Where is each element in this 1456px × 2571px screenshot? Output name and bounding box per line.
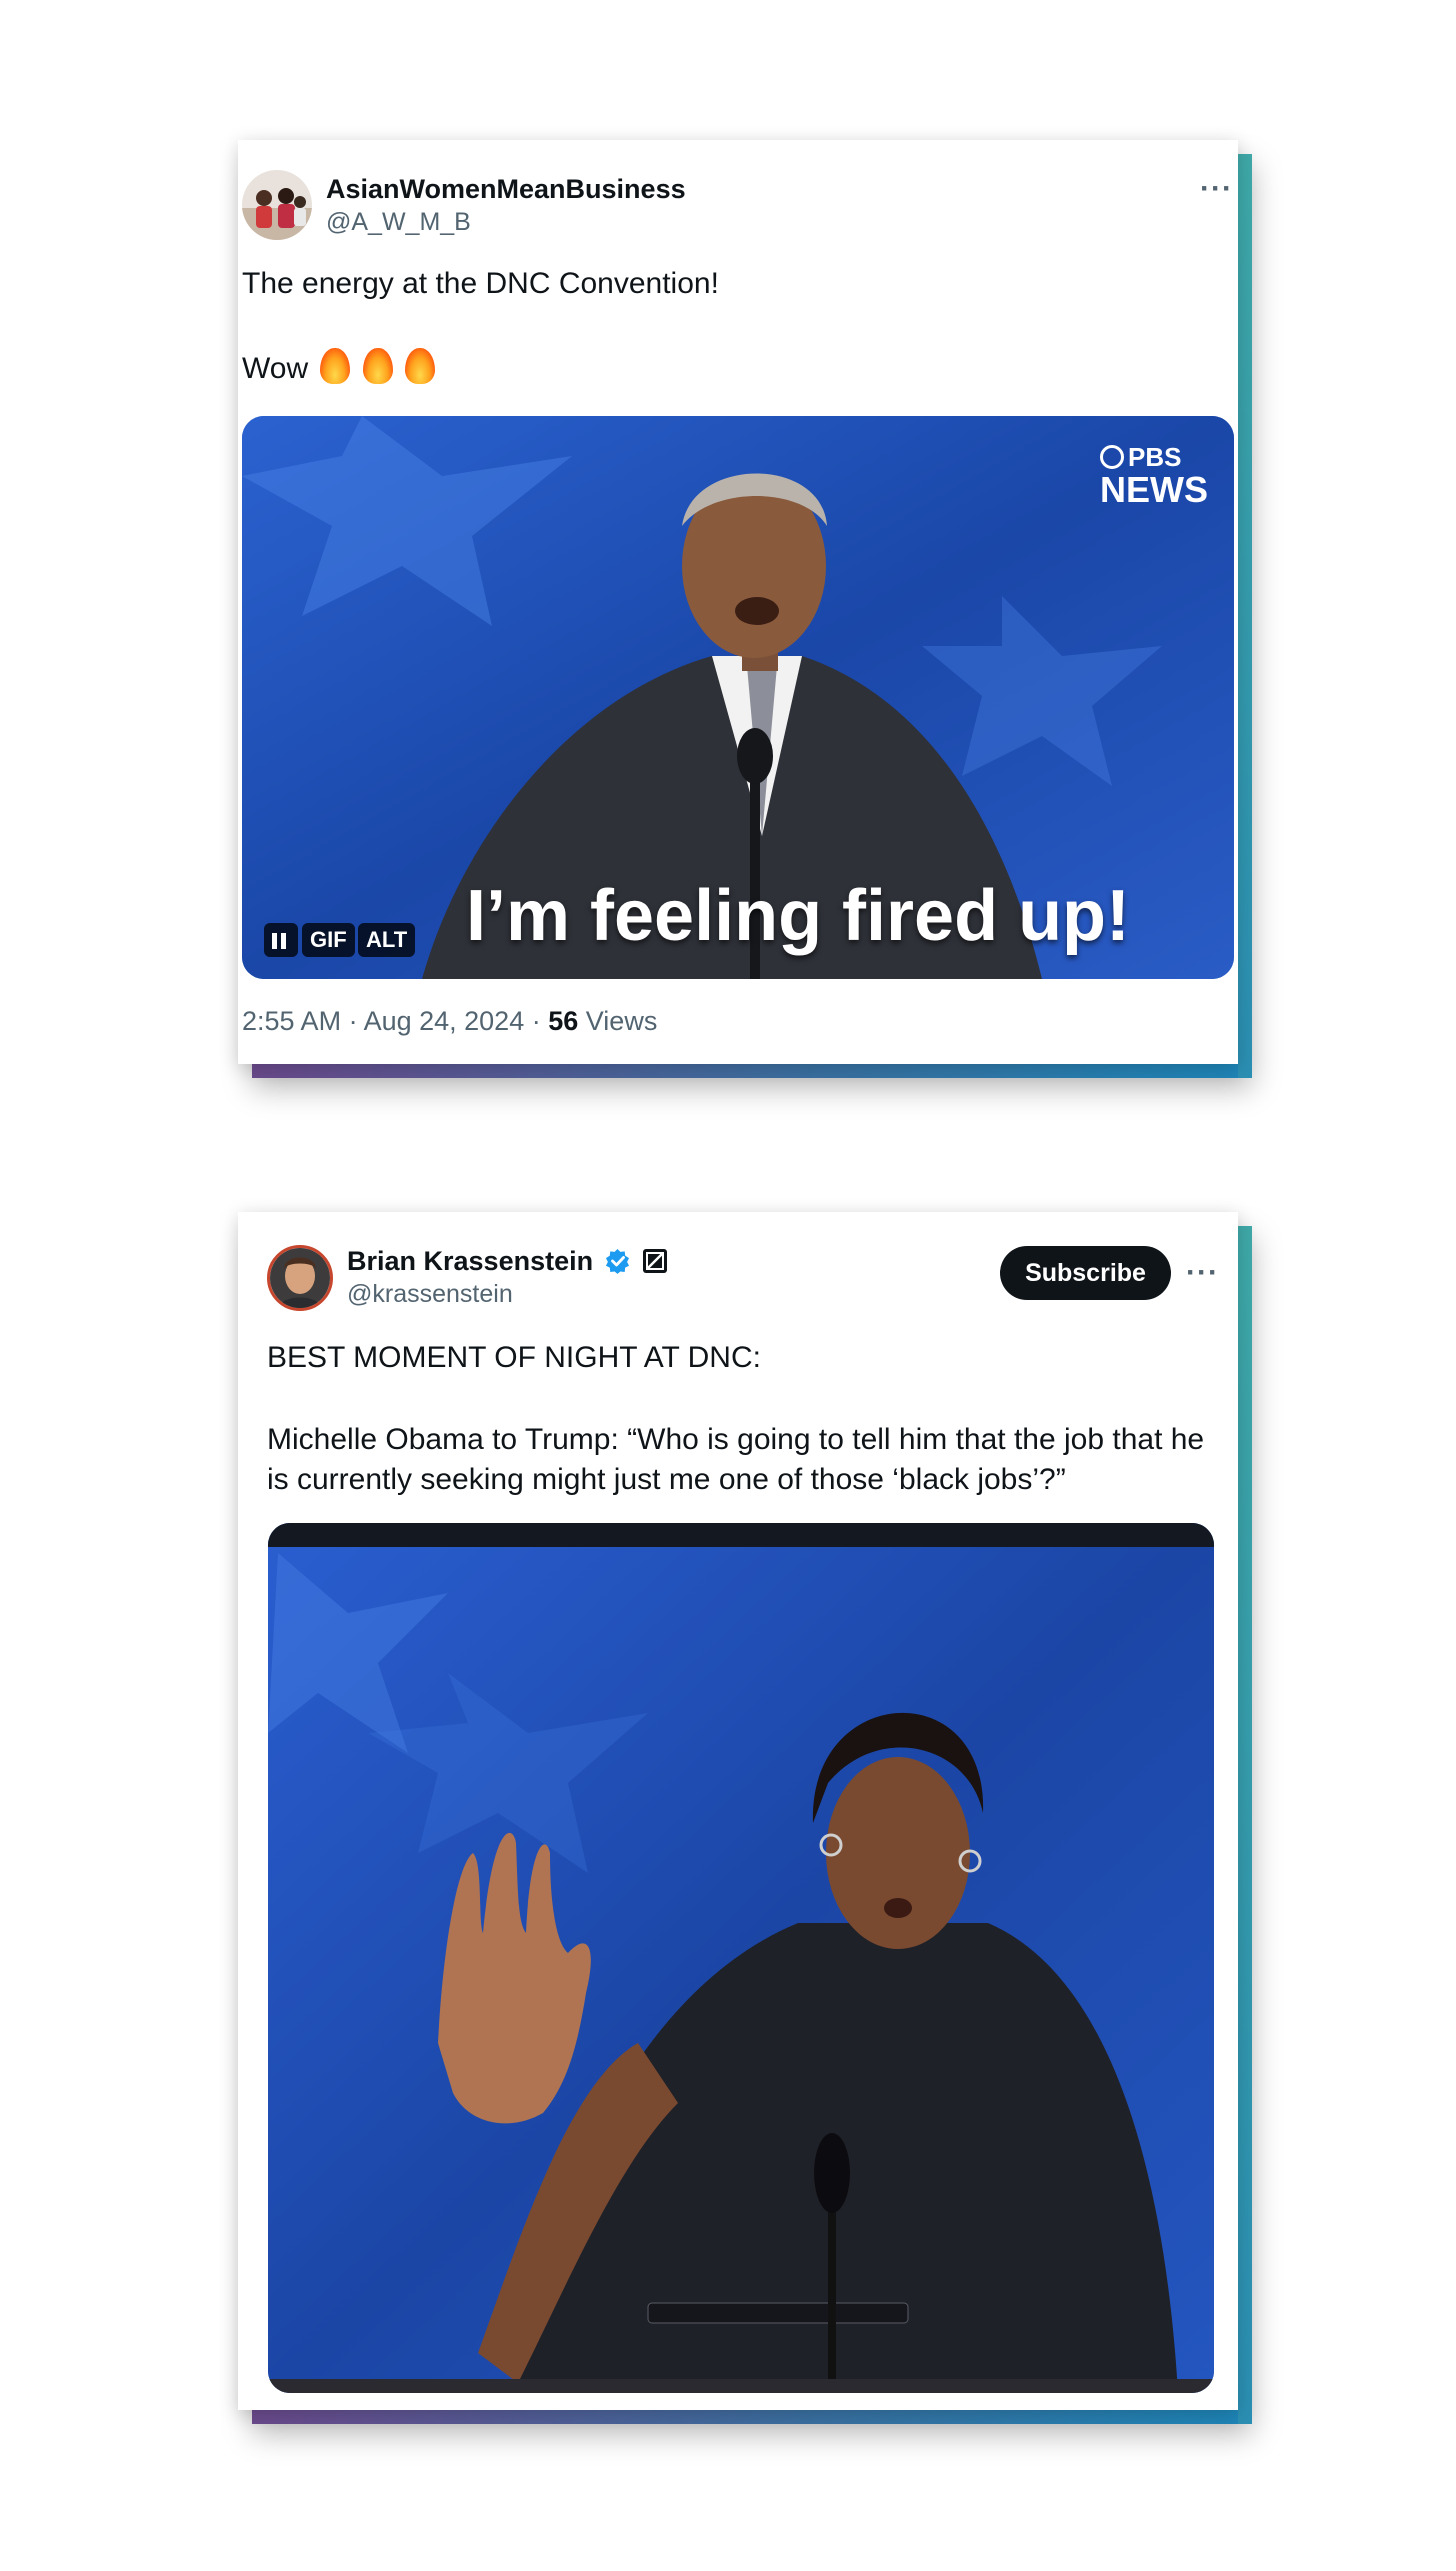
gif-badge: GIF — [302, 923, 355, 957]
author-name[interactable]: AsianWomenMeanBusiness — [326, 174, 686, 205]
tweet-card-2: Brian Krassenstein @krassenstein Subscri… — [238, 1212, 1252, 2424]
tweet-text-line-2: Wow — [242, 348, 436, 389]
gif-media[interactable]: PBS NEWS I’m feeling fired up! GIF ALT — [242, 416, 1234, 979]
avatar[interactable] — [267, 1245, 333, 1311]
author-handle[interactable]: @A_W_M_B — [326, 208, 471, 237]
author-name: Brian Krassenstein — [347, 1246, 668, 1281]
alt-badge[interactable]: ALT — [358, 923, 416, 957]
views-count: 56 — [548, 1006, 579, 1036]
tweet-timestamp[interactable]: 2:55 AM · Aug 24, 2024 · — [242, 1006, 541, 1036]
fire-icon — [362, 348, 393, 384]
fire-icon — [405, 348, 436, 384]
pause-button[interactable] — [264, 923, 298, 957]
subscribe-button[interactable]: Subscribe — [1000, 1246, 1171, 1300]
affiliation-badge-icon[interactable] — [642, 1248, 668, 1281]
tweet-text-line-3: is currently seeking might just me one o… — [267, 1463, 1066, 1496]
pbs-news-logo: PBS NEWS — [1100, 444, 1208, 508]
verified-badge-icon — [605, 1248, 631, 1281]
fire-icon — [320, 348, 351, 384]
video-media[interactable] — [268, 1523, 1214, 2393]
pause-icon — [272, 933, 277, 949]
avatar[interactable] — [242, 170, 312, 240]
tweet-text-wow: Wow — [242, 352, 309, 385]
tweet-text-line-1: BEST MOMENT OF NIGHT AT DNC: — [267, 1341, 761, 1374]
more-options-icon[interactable]: ··· — [1186, 1258, 1219, 1288]
tweet-meta: 2:55 AM · Aug 24, 2024 · 56 Views — [242, 1006, 657, 1037]
pbs-watermark-bottom: NEWS — [1100, 469, 1208, 510]
views-label: Views — [585, 1006, 658, 1036]
author-handle[interactable]: @krassenstein — [347, 1280, 513, 1309]
more-options-icon[interactable]: ··· — [1200, 174, 1233, 204]
tweet-card-body: AsianWomenMeanBusiness @A_W_M_B ··· The … — [238, 140, 1238, 1064]
tweet-card-body: Brian Krassenstein @krassenstein Subscri… — [238, 1212, 1238, 2410]
tweet-card-1: AsianWomenMeanBusiness @A_W_M_B ··· The … — [238, 140, 1252, 1078]
video-frame-michelle-obama — [268, 1523, 1214, 2393]
tweet-text-line-1: The energy at the DNC Convention! — [242, 267, 719, 300]
author-name-text[interactable]: Brian Krassenstein — [347, 1246, 593, 1276]
pbs-watermark-top: PBS — [1128, 442, 1182, 472]
tweet-text-line-2: Michelle Obama to Trump: “Who is going t… — [267, 1423, 1205, 1456]
pbs-circle-icon — [1100, 445, 1124, 469]
